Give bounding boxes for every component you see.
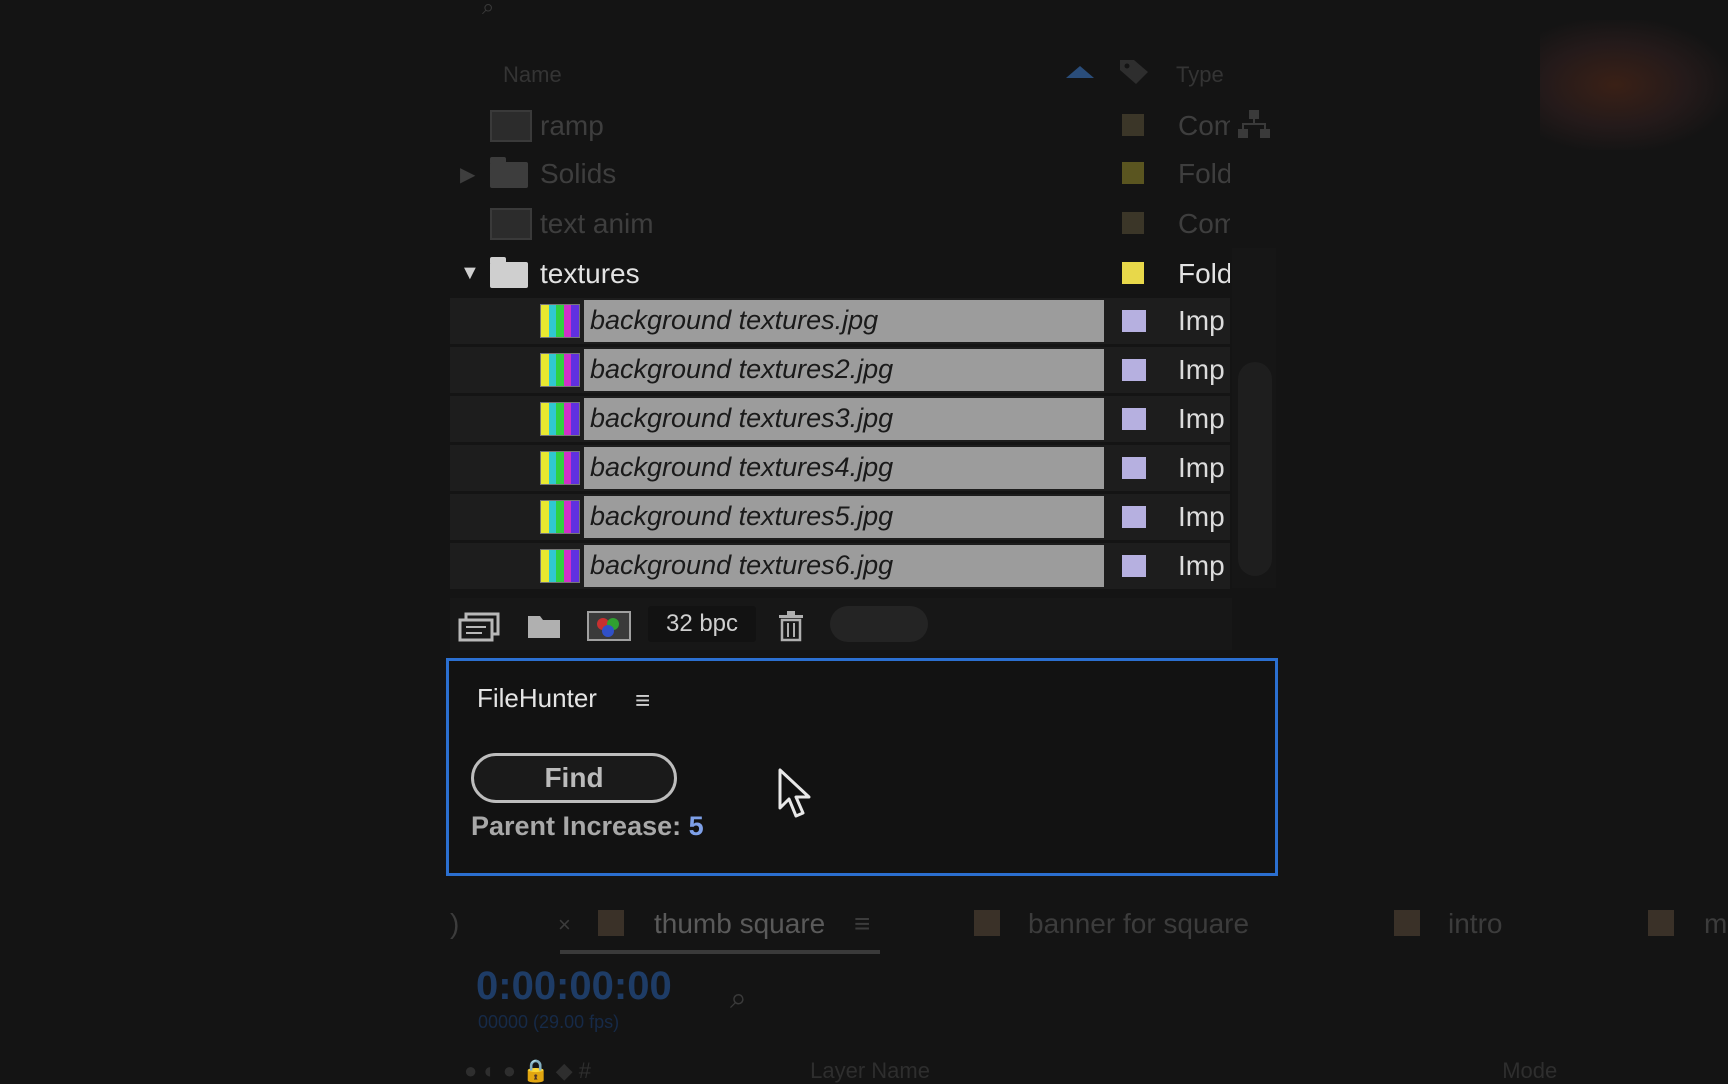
column-header-name[interactable]: Name [503, 62, 562, 88]
preview-blur [1540, 20, 1728, 150]
file-name: background textures.jpg [590, 305, 879, 335]
footage-icon [540, 549, 580, 583]
label-swatch[interactable] [1122, 359, 1146, 381]
item-label: text anim [540, 208, 654, 239]
search-icon[interactable]: ⌕ [482, 0, 502, 19]
tab-m[interactable]: m [1704, 908, 1727, 940]
trash-icon[interactable] [776, 610, 806, 642]
file-type: Imp [1178, 403, 1225, 434]
tab-color-swatch [1648, 910, 1674, 936]
column-layer-name[interactable]: Layer Name [810, 1058, 930, 1083]
item-type: Fold [1178, 258, 1230, 289]
find-button[interactable]: Find [471, 753, 677, 803]
footage-icon [540, 353, 580, 387]
thumbnail-size-slider[interactable] [830, 606, 928, 642]
project-toolbar: 32 bpc [450, 598, 1232, 650]
footage-icon [540, 451, 580, 485]
footage-icon [540, 402, 580, 436]
file-row[interactable]: background textures6.jpg Imp [450, 543, 1230, 589]
item-type: Com [1178, 208, 1230, 239]
label-swatch[interactable] [1122, 555, 1146, 577]
tab-overflow[interactable]: ) [450, 908, 459, 940]
project-item-solids[interactable]: ▶ Solids Fold [450, 150, 1230, 198]
file-type: Imp [1178, 354, 1225, 385]
column-mode[interactable]: Mode [1502, 1058, 1557, 1083]
label-tag-icon[interactable] [1118, 58, 1150, 86]
tab-banner-for-square[interactable]: banner for square [1028, 908, 1249, 940]
file-row[interactable]: background textures4.jpg Imp [450, 445, 1230, 491]
file-name: background textures5.jpg [590, 501, 894, 531]
file-row[interactable]: background textures3.jpg Imp [450, 396, 1230, 442]
item-label: ramp [540, 110, 604, 141]
flowchart-icon[interactable] [1236, 108, 1272, 140]
panel-menu-icon[interactable]: ≡ [635, 685, 650, 716]
item-label: textures [540, 258, 640, 289]
label-swatch[interactable] [1122, 457, 1146, 479]
current-time-display[interactable]: 0:00:00:00 [476, 964, 672, 1009]
file-name: background textures4.jpg [590, 452, 894, 482]
tab-color-swatch [1394, 910, 1420, 936]
footage-icon [540, 304, 580, 338]
timeline-search-icon[interactable]: ⌕ [730, 982, 747, 1016]
interpret-footage-icon[interactable] [456, 610, 502, 642]
label-swatch[interactable] [1122, 310, 1146, 332]
bit-depth-button[interactable]: 32 bpc [648, 606, 756, 642]
project-item-ramp[interactable]: ramp Com [450, 102, 1230, 150]
item-type: Com [1178, 110, 1230, 141]
tab-intro[interactable]: intro [1448, 908, 1502, 940]
file-name: background textures2.jpg [590, 354, 894, 384]
close-tab-icon[interactable]: × [558, 912, 571, 938]
column-header-type[interactable]: Type [1176, 62, 1224, 88]
sort-arrow-icon[interactable] [1066, 66, 1094, 78]
tab-thumb-square[interactable]: thumb square [654, 908, 825, 940]
file-type: Imp [1178, 452, 1225, 483]
label-swatch[interactable] [1122, 408, 1146, 430]
file-row[interactable]: background textures.jpg Imp [450, 298, 1230, 344]
new-folder-icon[interactable] [526, 610, 562, 642]
parent-increase-value[interactable]: 5 [689, 811, 704, 841]
tab-color-swatch [974, 910, 1000, 936]
new-composition-icon[interactable] [586, 610, 632, 642]
footage-icon [540, 500, 580, 534]
label-swatch[interactable] [1122, 114, 1144, 136]
file-type: Imp [1178, 501, 1225, 532]
item-type: Fold [1178, 158, 1230, 189]
collapse-triangle-icon[interactable]: ▼ [460, 262, 480, 285]
file-name: background textures3.jpg [590, 403, 894, 433]
file-name: background textures6.jpg [590, 550, 894, 580]
parent-increase-text: Parent Increase: [471, 811, 682, 841]
composition-icon [490, 110, 532, 142]
file-type: Imp [1178, 305, 1225, 336]
tab-color-swatch [598, 910, 624, 936]
label-swatch[interactable] [1122, 162, 1144, 184]
frame-rate-display: 00000 (29.00 fps) [478, 1012, 620, 1032]
file-type: Imp [1178, 550, 1225, 581]
filehunter-panel: FileHunter ≡ Find Parent Increase: 5 [446, 658, 1278, 876]
label-swatch[interactable] [1122, 262, 1144, 284]
item-label: Solids [540, 158, 617, 189]
project-item-textures[interactable]: ▼ textures Fold [450, 250, 1230, 298]
parent-increase-label: Parent Increase: 5 [471, 811, 704, 842]
label-swatch[interactable] [1122, 506, 1146, 528]
folder-icon [490, 257, 528, 288]
file-row[interactable]: background textures5.jpg Imp [450, 494, 1230, 540]
folder-icon [490, 157, 528, 188]
label-swatch[interactable] [1122, 212, 1144, 234]
scrollbar-thumb[interactable] [1238, 362, 1272, 576]
timeline-tabs: ) × thumb square ≡ banner for square int… [450, 900, 1728, 950]
panel-title: FileHunter [477, 683, 597, 713]
file-row[interactable]: background textures2.jpg Imp [450, 347, 1230, 393]
tab-menu-icon[interactable]: ≡ [854, 908, 870, 940]
expand-triangle-icon[interactable]: ▶ [460, 162, 475, 187]
composition-icon [490, 208, 532, 240]
layer-switch-icons: ● ◐ ● 🔒 ◆ # [464, 1058, 591, 1083]
project-item-text-anim[interactable]: text anim Com [450, 200, 1230, 248]
active-tab-underline [560, 950, 880, 954]
mouse-cursor-icon [778, 768, 811, 818]
timeline-column-headers: ● ◐ ● 🔒 ◆ # Layer Name Mode [464, 1058, 1557, 1084]
